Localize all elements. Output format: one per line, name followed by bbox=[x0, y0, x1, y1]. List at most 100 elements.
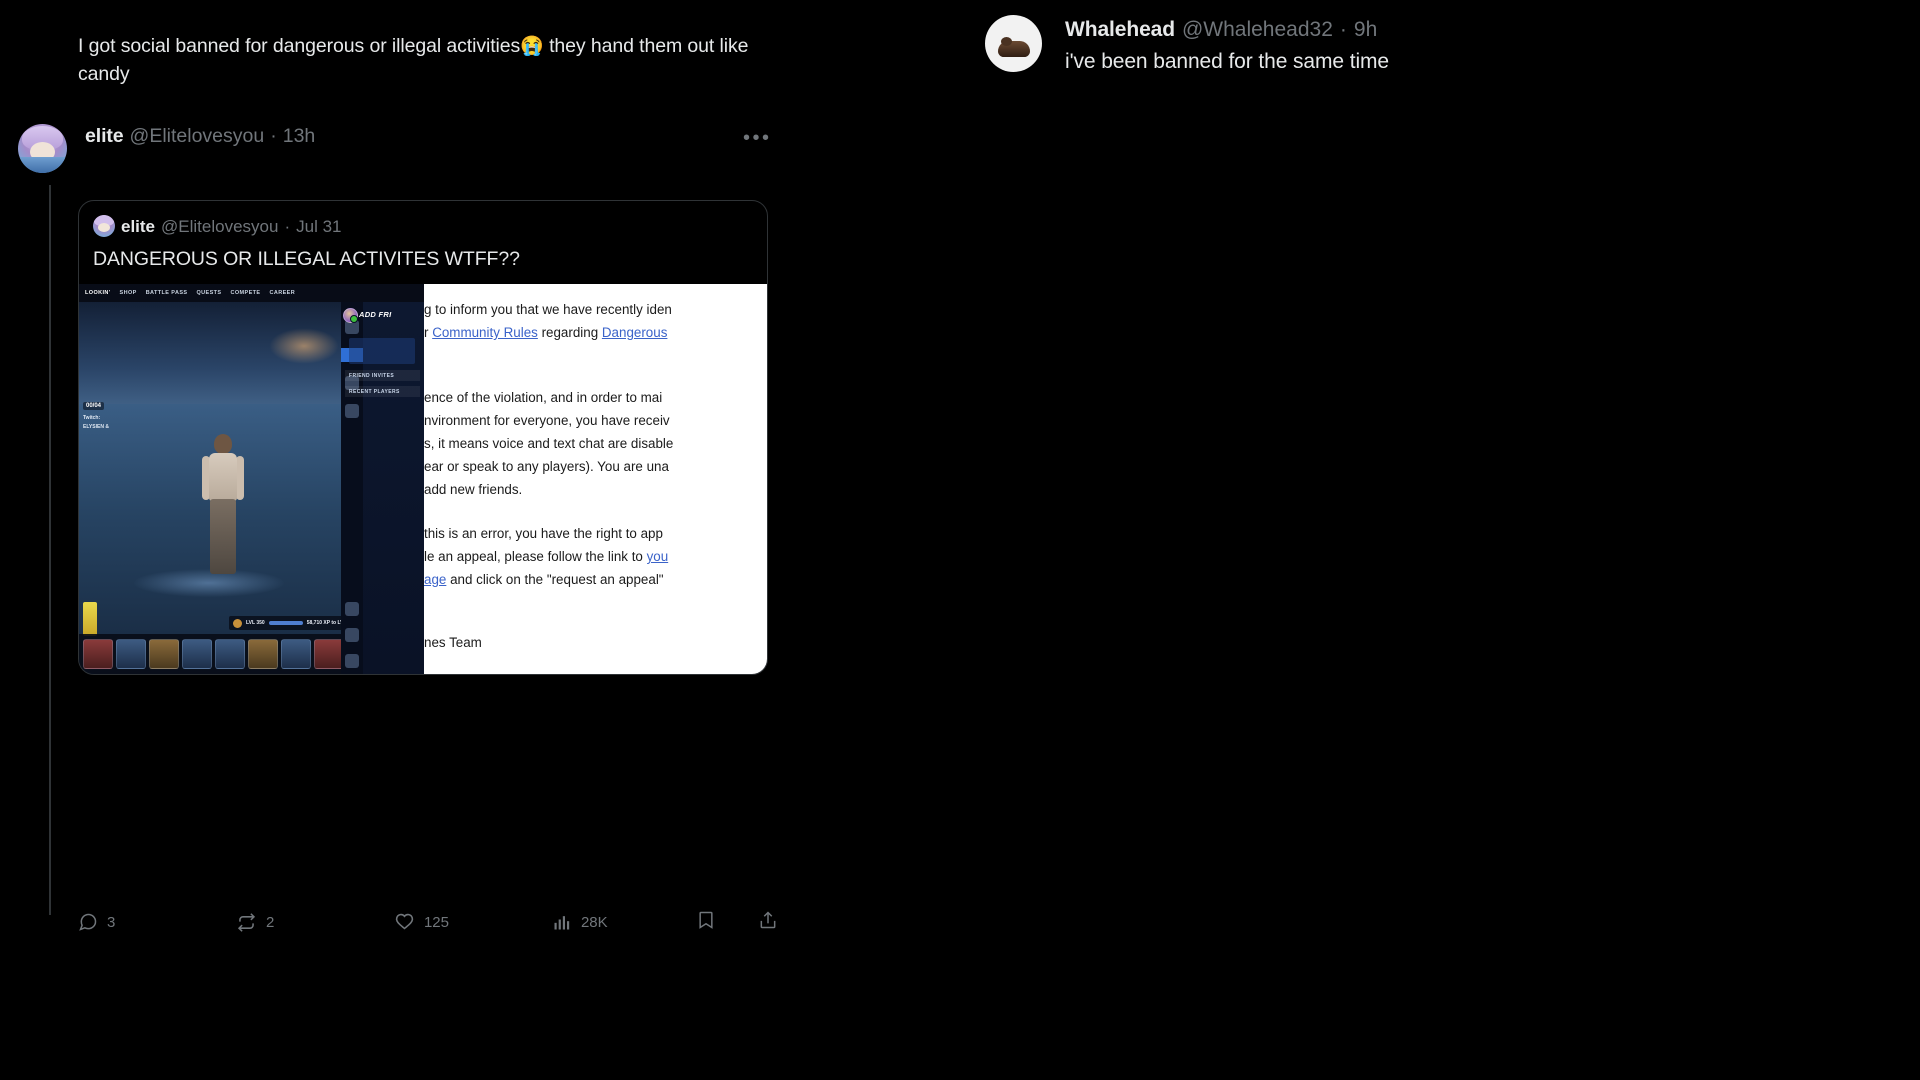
game-item-card[interactable] bbox=[314, 639, 344, 669]
game-nav-item-0[interactable]: LOOKIN' bbox=[85, 290, 111, 296]
share-icon bbox=[760, 910, 776, 928]
game-item-card[interactable] bbox=[215, 639, 245, 669]
post-timestamp[interactable]: 13h bbox=[283, 124, 316, 148]
quoted-post-image[interactable]: LOOKIN' SHOP BATTLE PASS QUESTS COMPETE … bbox=[79, 284, 767, 674]
game-nav-item-2[interactable]: BATTLE PASS bbox=[146, 290, 188, 296]
letter-paragraph-1: g to inform you that we have recently id… bbox=[424, 296, 767, 321]
game-sun-glow bbox=[269, 328, 339, 364]
letter-p2-line-1: ence of the violation, and in order to m… bbox=[424, 390, 663, 405]
letter-p3-line-3: age and click on the "request an appeal" bbox=[424, 568, 767, 591]
game-recent-players-row[interactable]: RECENT PLAYERS bbox=[345, 386, 420, 397]
quoted-author-handle: @Elitelovesyou bbox=[161, 216, 279, 236]
letter-paragraph-1b: r Community Rules regarding Dangerous bbox=[424, 321, 767, 344]
character-legs bbox=[210, 499, 236, 574]
game-item-card[interactable] bbox=[281, 639, 311, 669]
author-display-name[interactable]: Whalehead bbox=[1065, 17, 1175, 43]
quoted-avatar[interactable] bbox=[93, 215, 115, 237]
game-item-card[interactable] bbox=[116, 639, 146, 669]
page-link[interactable]: age bbox=[424, 572, 446, 587]
game-nav-item-3[interactable]: QUESTS bbox=[196, 290, 221, 296]
thread-connector-line bbox=[49, 185, 51, 915]
panel-nav-icon-social[interactable] bbox=[345, 404, 359, 418]
letter-p3-line-2: le an appeal, please follow the link to … bbox=[424, 545, 767, 568]
avatar[interactable] bbox=[18, 124, 67, 173]
left-post-engagement-bar: 3 2 125 28K bbox=[78, 905, 778, 939]
panel-nav-icon-settings[interactable] bbox=[345, 602, 359, 616]
game-panel-card bbox=[349, 338, 415, 364]
game-character bbox=[197, 434, 249, 574]
bookmark-button[interactable] bbox=[696, 910, 716, 935]
like-button[interactable]: 125 bbox=[394, 912, 552, 933]
author-handle[interactable]: @Elitelovesyou bbox=[130, 124, 265, 148]
quoted-author-row: elite @Elitelovesyou · Jul 31 bbox=[79, 201, 767, 237]
author-handle[interactable]: @Whalehead32 bbox=[1182, 17, 1333, 43]
quoted-avatar-face bbox=[98, 223, 110, 232]
game-count-label: 00/04 bbox=[83, 402, 105, 410]
post-body-line-1: I got social banned for dangerous or ill… bbox=[78, 35, 521, 57]
views-button[interactable]: 28K bbox=[552, 912, 696, 932]
game-item-card[interactable] bbox=[83, 639, 113, 669]
views-count: 28K bbox=[580, 913, 608, 931]
panel-nav-icon-shop[interactable] bbox=[345, 654, 359, 668]
letter-p1-text: g to inform you that we have recently id… bbox=[424, 302, 672, 317]
game-xp-icon bbox=[233, 618, 242, 628]
game-item-card[interactable] bbox=[182, 639, 212, 669]
letter-p3-tail: and click on the "request an appeal" bbox=[446, 572, 664, 587]
dangerous-link[interactable]: Dangerous bbox=[602, 325, 668, 340]
repost-icon bbox=[237, 912, 256, 932]
quoted-separator-dot: · bbox=[284, 216, 291, 236]
game-sidebar-accent bbox=[83, 602, 97, 636]
left-post-actions bbox=[696, 910, 778, 935]
game-screenshot-region: LOOKIN' SHOP BATTLE PASS QUESTS COMPETE … bbox=[79, 284, 424, 674]
game-panel-avatar bbox=[343, 308, 358, 323]
game-nav-item-5[interactable]: CAREER bbox=[269, 290, 295, 296]
more-options-icon[interactable]: ••• bbox=[743, 127, 772, 150]
avatar-body bbox=[20, 157, 65, 173]
quoted-tweet-card[interactable]: elite @Elitelovesyou · Jul 31 DANGEROUS … bbox=[78, 200, 768, 675]
game-nav-item-1[interactable]: SHOP bbox=[120, 290, 137, 296]
right-post-column: Whalehead @Whalehead32 · 9h i've been ba… bbox=[960, 0, 1920, 1080]
repost-count: 2 bbox=[265, 913, 275, 931]
letter-signature: nes Team bbox=[424, 635, 482, 650]
crying-emoji: 😭 bbox=[520, 36, 544, 57]
quoted-author-display-name: elite bbox=[121, 216, 156, 236]
character-right-arm bbox=[236, 456, 244, 500]
game-nav-item-4[interactable]: COMPETE bbox=[230, 290, 260, 296]
game-item-card[interactable] bbox=[149, 639, 179, 669]
heart-icon bbox=[395, 913, 414, 929]
community-rules-link[interactable]: Community Rules bbox=[432, 325, 538, 340]
repost-button[interactable]: 2 bbox=[236, 912, 394, 933]
author-row: elite @Elitelovesyou · 13h bbox=[85, 124, 315, 148]
quoted-timestamp: Jul 31 bbox=[296, 216, 342, 236]
game-xp-fill bbox=[268, 621, 303, 625]
panel-nav-icon-list[interactable] bbox=[345, 628, 359, 642]
separator-dot: · bbox=[1339, 18, 1347, 41]
character-head bbox=[214, 434, 232, 454]
game-session-label: Twitch: ELYSIEN & bbox=[83, 415, 109, 430]
right-post-body: i've been banned for the same time bbox=[1065, 50, 1389, 73]
analytics-icon bbox=[554, 916, 570, 930]
game-friend-invites-row[interactable]: FRIEND INVITES bbox=[345, 370, 420, 381]
game-add-friends-label[interactable]: ADD FRI bbox=[359, 310, 392, 319]
author-display-name[interactable]: elite bbox=[85, 124, 124, 148]
letter-p2-line-2: nvironment for everyone, you have receiv bbox=[424, 413, 670, 428]
letter-p2-line-4: ear or speak to any players). You are un… bbox=[424, 459, 669, 474]
reply-count: 3 bbox=[107, 913, 116, 931]
left-post-body: I got social banned for dangerous or ill… bbox=[78, 33, 778, 87]
reply-button[interactable]: 3 bbox=[78, 912, 236, 932]
game-level-label: LVL 350 bbox=[246, 620, 265, 626]
letter-p3-line-1: this is an error, you have the right to … bbox=[424, 526, 663, 541]
game-item-card[interactable] bbox=[248, 639, 278, 669]
avatar[interactable] bbox=[985, 15, 1042, 72]
reply-icon bbox=[79, 913, 97, 931]
post-timestamp[interactable]: 9h bbox=[1354, 17, 1377, 43]
author-row: Whalehead @Whalehead32 · 9h bbox=[1065, 17, 1377, 43]
letter-p2-line-3: s, it means voice and text chat are disa… bbox=[424, 436, 674, 451]
like-count: 125 bbox=[423, 913, 449, 931]
letter-p3-text: le an appeal, please follow the link to bbox=[424, 549, 647, 564]
game-top-navigation: LOOKIN' SHOP BATTLE PASS QUESTS COMPETE … bbox=[79, 284, 424, 302]
game-friends-panel: ADD FRI FRIEND INVITES RECENT PLAYERS bbox=[341, 302, 424, 674]
account-page-link[interactable]: you bbox=[647, 549, 669, 564]
letter-p1-pre: r bbox=[424, 325, 433, 340]
share-button[interactable] bbox=[758, 910, 778, 935]
